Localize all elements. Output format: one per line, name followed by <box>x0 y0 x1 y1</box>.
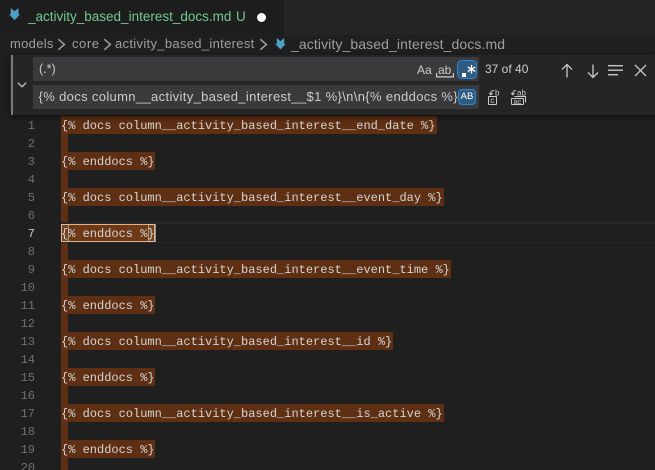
svg-text:b: b <box>495 89 500 97</box>
svg-text:c: c <box>490 96 494 105</box>
svg-text:ac: ac <box>514 97 522 105</box>
